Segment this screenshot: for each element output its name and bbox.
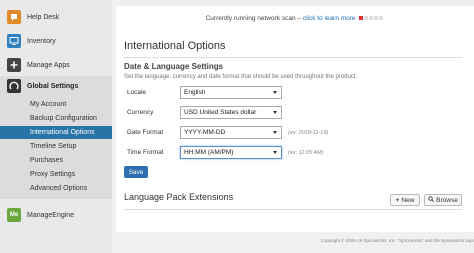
date-format-hint: (ex: 2018-11-19) [288,130,329,136]
locale-select[interactable]: English [180,86,282,99]
nav-item-label: ManageEngine [27,211,75,219]
sidebar-item-proxy-settings[interactable]: Proxy Settings [0,168,112,181]
sidebar-item-backup-configuration[interactable]: Backup Configuration [0,112,112,125]
select-value: USD United States dollar [184,109,257,116]
section-subtitle: Set the language, currency and date form… [124,74,358,80]
sidebar-item-advanced-options[interactable]: Advanced Options [0,182,112,195]
nav-item-label: Manage Apps [27,61,70,69]
plus-icon: + [395,196,400,204]
global-settings-section: Global Settings My Account Backup Config… [0,76,112,199]
time-format-label: Time Format [127,149,164,156]
divider [124,57,462,58]
monitor-icon [7,34,21,48]
plus-icon [7,58,21,72]
progress-dot [359,16,364,20]
chevron-down-icon [273,111,277,114]
manageengine-icon: Me [7,208,21,222]
new-button-label: New [401,196,415,204]
main-panel: Currently running network scan – click t… [116,6,474,232]
select-value: HH:MM (AM/PM) [184,149,234,156]
time-format-hint: (ex: 11:05 AM) [288,150,324,156]
progress-dot [364,16,369,20]
scan-status: Currently running network scan – click t… [116,15,474,22]
settings-icon [7,79,21,93]
time-format-select[interactable]: HH:MM (AM/PM) [180,146,282,159]
sidebar-item-timeline-setup[interactable]: Timeline Setup [0,140,112,153]
select-value: YYYY-MM-DD [184,129,226,136]
nav-item-label: Help Desk [27,13,60,21]
section-title: Date & Language Settings [124,62,224,71]
sidebar-item-purchases[interactable]: Purchases [0,154,112,167]
browse-button-label: Browse [436,196,458,204]
nav-item-label: Inventory [27,37,56,45]
language-pack-title: Language Pack Extensions [124,192,234,202]
chevron-down-icon [273,151,277,154]
footer-copyright: Copyright © 2006-19 Spiceworks, Inc. "Sp… [320,238,474,243]
date-format-label: Date Format [127,129,164,136]
search-icon [428,196,435,204]
progress-dot [369,16,374,20]
currency-label: Currency [127,109,154,116]
nav-item-manage-apps[interactable]: Manage Apps [0,54,112,76]
section-label: Global Settings [27,82,79,90]
currency-select[interactable]: USD United States dollar [180,106,282,119]
nav-item-inventory[interactable]: Inventory [0,30,112,52]
sidebar: Help Desk Inventory Manage Apps Global S… [0,0,112,253]
select-value: English [184,89,206,96]
locale-label: Locale [127,89,147,96]
learn-more-link[interactable]: click to learn more [303,15,356,22]
browse-button[interactable]: Browse [424,194,462,206]
help-desk-icon [7,10,21,24]
sidebar-item-my-account[interactable]: My Account [0,98,112,111]
scan-progress-indicator [359,15,384,22]
nav-item-manageengine[interactable]: Me ManageEngine [0,204,112,226]
chevron-down-icon [273,131,277,134]
progress-dot [374,16,379,20]
new-button[interactable]: + New [390,194,420,206]
page-title: International Options [124,40,226,52]
divider [124,209,462,210]
scan-status-text: Currently running network scan – [205,15,301,23]
nav-item-help-desk[interactable]: Help Desk [0,6,112,28]
sidebar-item-international-options[interactable]: International Options [0,126,112,139]
save-button[interactable]: Save [124,166,148,178]
date-format-select[interactable]: YYYY-MM-DD [180,126,282,139]
progress-dot [379,16,384,20]
chevron-down-icon [273,91,277,94]
nav-item-global-settings[interactable]: Global Settings [0,76,112,96]
